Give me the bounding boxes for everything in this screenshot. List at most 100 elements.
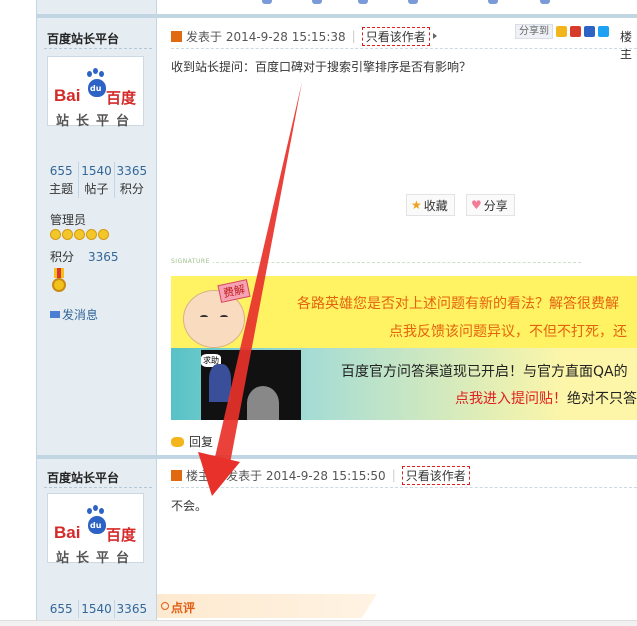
stat-label: 帖子 bbox=[84, 182, 109, 196]
bottom-bar bbox=[0, 620, 637, 626]
signature-label: SIGNATURE bbox=[171, 258, 213, 265]
qzone-share-icon[interactable] bbox=[556, 26, 567, 37]
avatar[interactable]: Bai du 百度 站长平台 bbox=[47, 493, 144, 566]
toolbar-icon[interactable] bbox=[408, 0, 418, 4]
logo-text: du bbox=[90, 521, 102, 530]
page-margin bbox=[0, 0, 36, 626]
stat-topics[interactable]: 655 bbox=[44, 600, 80, 618]
only-author-link[interactable]: 只看该作者 bbox=[361, 26, 430, 46]
star-icon: ★ bbox=[411, 198, 422, 212]
avatar[interactable]: Bai du 百度 站长平台 bbox=[47, 56, 144, 129]
reply-label: 回复 bbox=[189, 435, 214, 449]
logo-text: 百度 bbox=[106, 89, 137, 107]
toolbar-icon[interactable] bbox=[358, 0, 368, 4]
reply-bubble-icon bbox=[171, 436, 184, 447]
baidu-paw-icon bbox=[93, 505, 98, 511]
weibo-share-icon[interactable] bbox=[570, 26, 581, 37]
post-header: 发表于 2014-9-28 15:15:38 | 只看该作者 bbox=[171, 26, 437, 46]
favorite-button[interactable]: ★ 收藏 bbox=[406, 194, 455, 216]
stat-value[interactable]: 1540 bbox=[79, 600, 113, 618]
user-role[interactable]: 管理员 bbox=[50, 211, 86, 228]
floor-label: 楼主 bbox=[620, 30, 633, 61]
baidu-paw-icon bbox=[99, 71, 104, 77]
only-author-link[interactable]: 只看该作者 bbox=[401, 465, 470, 485]
logo-text: Bai bbox=[54, 86, 81, 105]
logo-text: Bai bbox=[54, 523, 81, 542]
stat-value[interactable]: 3365 bbox=[115, 162, 149, 180]
author-name[interactable]: 百度站长平台 bbox=[47, 30, 119, 47]
signature-divider bbox=[171, 262, 581, 263]
smiley-icon bbox=[98, 229, 109, 240]
banner-text: 点我反馈该问题异议，不但不打死，还 bbox=[389, 324, 627, 340]
stat-posts[interactable]: 1540 bbox=[79, 600, 115, 618]
stat-points[interactable]: 3365 bbox=[115, 600, 149, 618]
separator: | bbox=[391, 468, 396, 482]
banner-text: 绝对不只答 bbox=[567, 391, 637, 407]
toolbar-icon[interactable] bbox=[262, 0, 272, 4]
baidu-share-icon[interactable] bbox=[584, 26, 595, 37]
banner-text: 点我进入提问贴！绝对不只答 bbox=[455, 388, 637, 408]
stat-value[interactable]: 1540 bbox=[79, 162, 113, 180]
divider bbox=[171, 487, 637, 488]
post-separator bbox=[36, 455, 637, 459]
smiley-icon bbox=[62, 229, 73, 240]
triangle-right-icon bbox=[432, 33, 437, 39]
logo-text: 百度 bbox=[106, 526, 137, 544]
logo-subtitle: 站长平台 bbox=[56, 551, 137, 566]
separator: | bbox=[216, 468, 221, 482]
post-content: 不会。 bbox=[171, 499, 208, 513]
cartoon-tv-icon: 求助 bbox=[201, 350, 301, 420]
user-stats: 655 主题 1540 帖子 3365 积分 bbox=[44, 162, 149, 198]
logo-text: du bbox=[90, 84, 102, 93]
signature-banner-qa[interactable]: 求助 百度官方问答渠道现已开启！与官方直面QA的 点我进入提问贴！绝对不只答 bbox=[171, 348, 637, 420]
send-message-label: 发消息 bbox=[62, 308, 99, 322]
review-label: 点评 bbox=[171, 601, 196, 615]
stat-value[interactable]: 655 bbox=[44, 600, 78, 618]
rank-stars bbox=[50, 229, 109, 240]
divider bbox=[171, 48, 637, 49]
review-button[interactable]: 点评 bbox=[157, 594, 377, 618]
stat-posts[interactable]: 1540 帖子 bbox=[79, 162, 115, 198]
share-label: 分享 bbox=[483, 198, 508, 213]
logo-subtitle: 站长平台 bbox=[56, 114, 137, 129]
medal-icon[interactable] bbox=[52, 268, 66, 294]
stat-value[interactable]: 655 bbox=[44, 162, 78, 180]
banner-tag: 费解 bbox=[217, 279, 251, 303]
smiley-icon bbox=[74, 229, 85, 240]
toolbar-icon[interactable] bbox=[312, 0, 322, 4]
post-content: 收到站长提问：百度口碑对于搜索引擎排序是否有影响？ bbox=[171, 60, 472, 74]
send-message-link[interactable]: 发消息 bbox=[50, 306, 98, 323]
toolbar-icon[interactable] bbox=[540, 0, 550, 4]
baidu-paw-icon bbox=[99, 508, 104, 514]
banner-text: 百度官方问答渠道现已开启！与官方直面QA的 bbox=[341, 364, 628, 380]
signature-banner-feedback[interactable]: 费解 各路英雄您是否对上述问题有新的看法？解答很费解 点我反馈该问题异议，不但不… bbox=[171, 276, 637, 348]
separator: | bbox=[351, 29, 356, 43]
post-time: 发表于 2014-9-28 15:15:38 bbox=[186, 29, 346, 44]
post-time: 发表于 2014-9-28 15:15:50 bbox=[226, 468, 386, 483]
circle-icon bbox=[161, 602, 169, 610]
author-name[interactable]: 百度站长平台 bbox=[47, 469, 119, 486]
heart-icon: ♥ bbox=[471, 198, 482, 212]
smiley-icon bbox=[50, 229, 61, 240]
stat-value[interactable]: 3365 bbox=[115, 600, 149, 618]
toolbar-icon[interactable] bbox=[488, 0, 498, 4]
user-icon bbox=[171, 30, 182, 42]
score-label: 积分 bbox=[50, 250, 75, 264]
user-stats: 655 1540 3365 bbox=[44, 600, 149, 618]
reply-link[interactable]: 回复 bbox=[171, 433, 213, 450]
stat-label: 积分 bbox=[119, 182, 144, 196]
banner-link-text[interactable]: 点我进入提问贴！ bbox=[455, 391, 567, 407]
smiley-icon bbox=[86, 229, 97, 240]
stat-topics[interactable]: 655 主题 bbox=[44, 162, 80, 198]
share-button[interactable]: ♥ 分享 bbox=[466, 194, 515, 216]
qq-share-icon[interactable] bbox=[598, 26, 609, 37]
divider bbox=[44, 48, 152, 49]
post-separator bbox=[36, 14, 637, 18]
user-icon bbox=[171, 469, 182, 481]
share-label: 分享到 bbox=[515, 24, 553, 39]
stat-label: 主题 bbox=[49, 182, 74, 196]
baidu-paw-icon bbox=[87, 508, 92, 514]
divider bbox=[44, 487, 152, 488]
stat-points[interactable]: 3365 积分 bbox=[115, 162, 149, 198]
banner-text: 各路英雄您是否对上述问题有新的看法？解答很费解 bbox=[297, 296, 619, 312]
